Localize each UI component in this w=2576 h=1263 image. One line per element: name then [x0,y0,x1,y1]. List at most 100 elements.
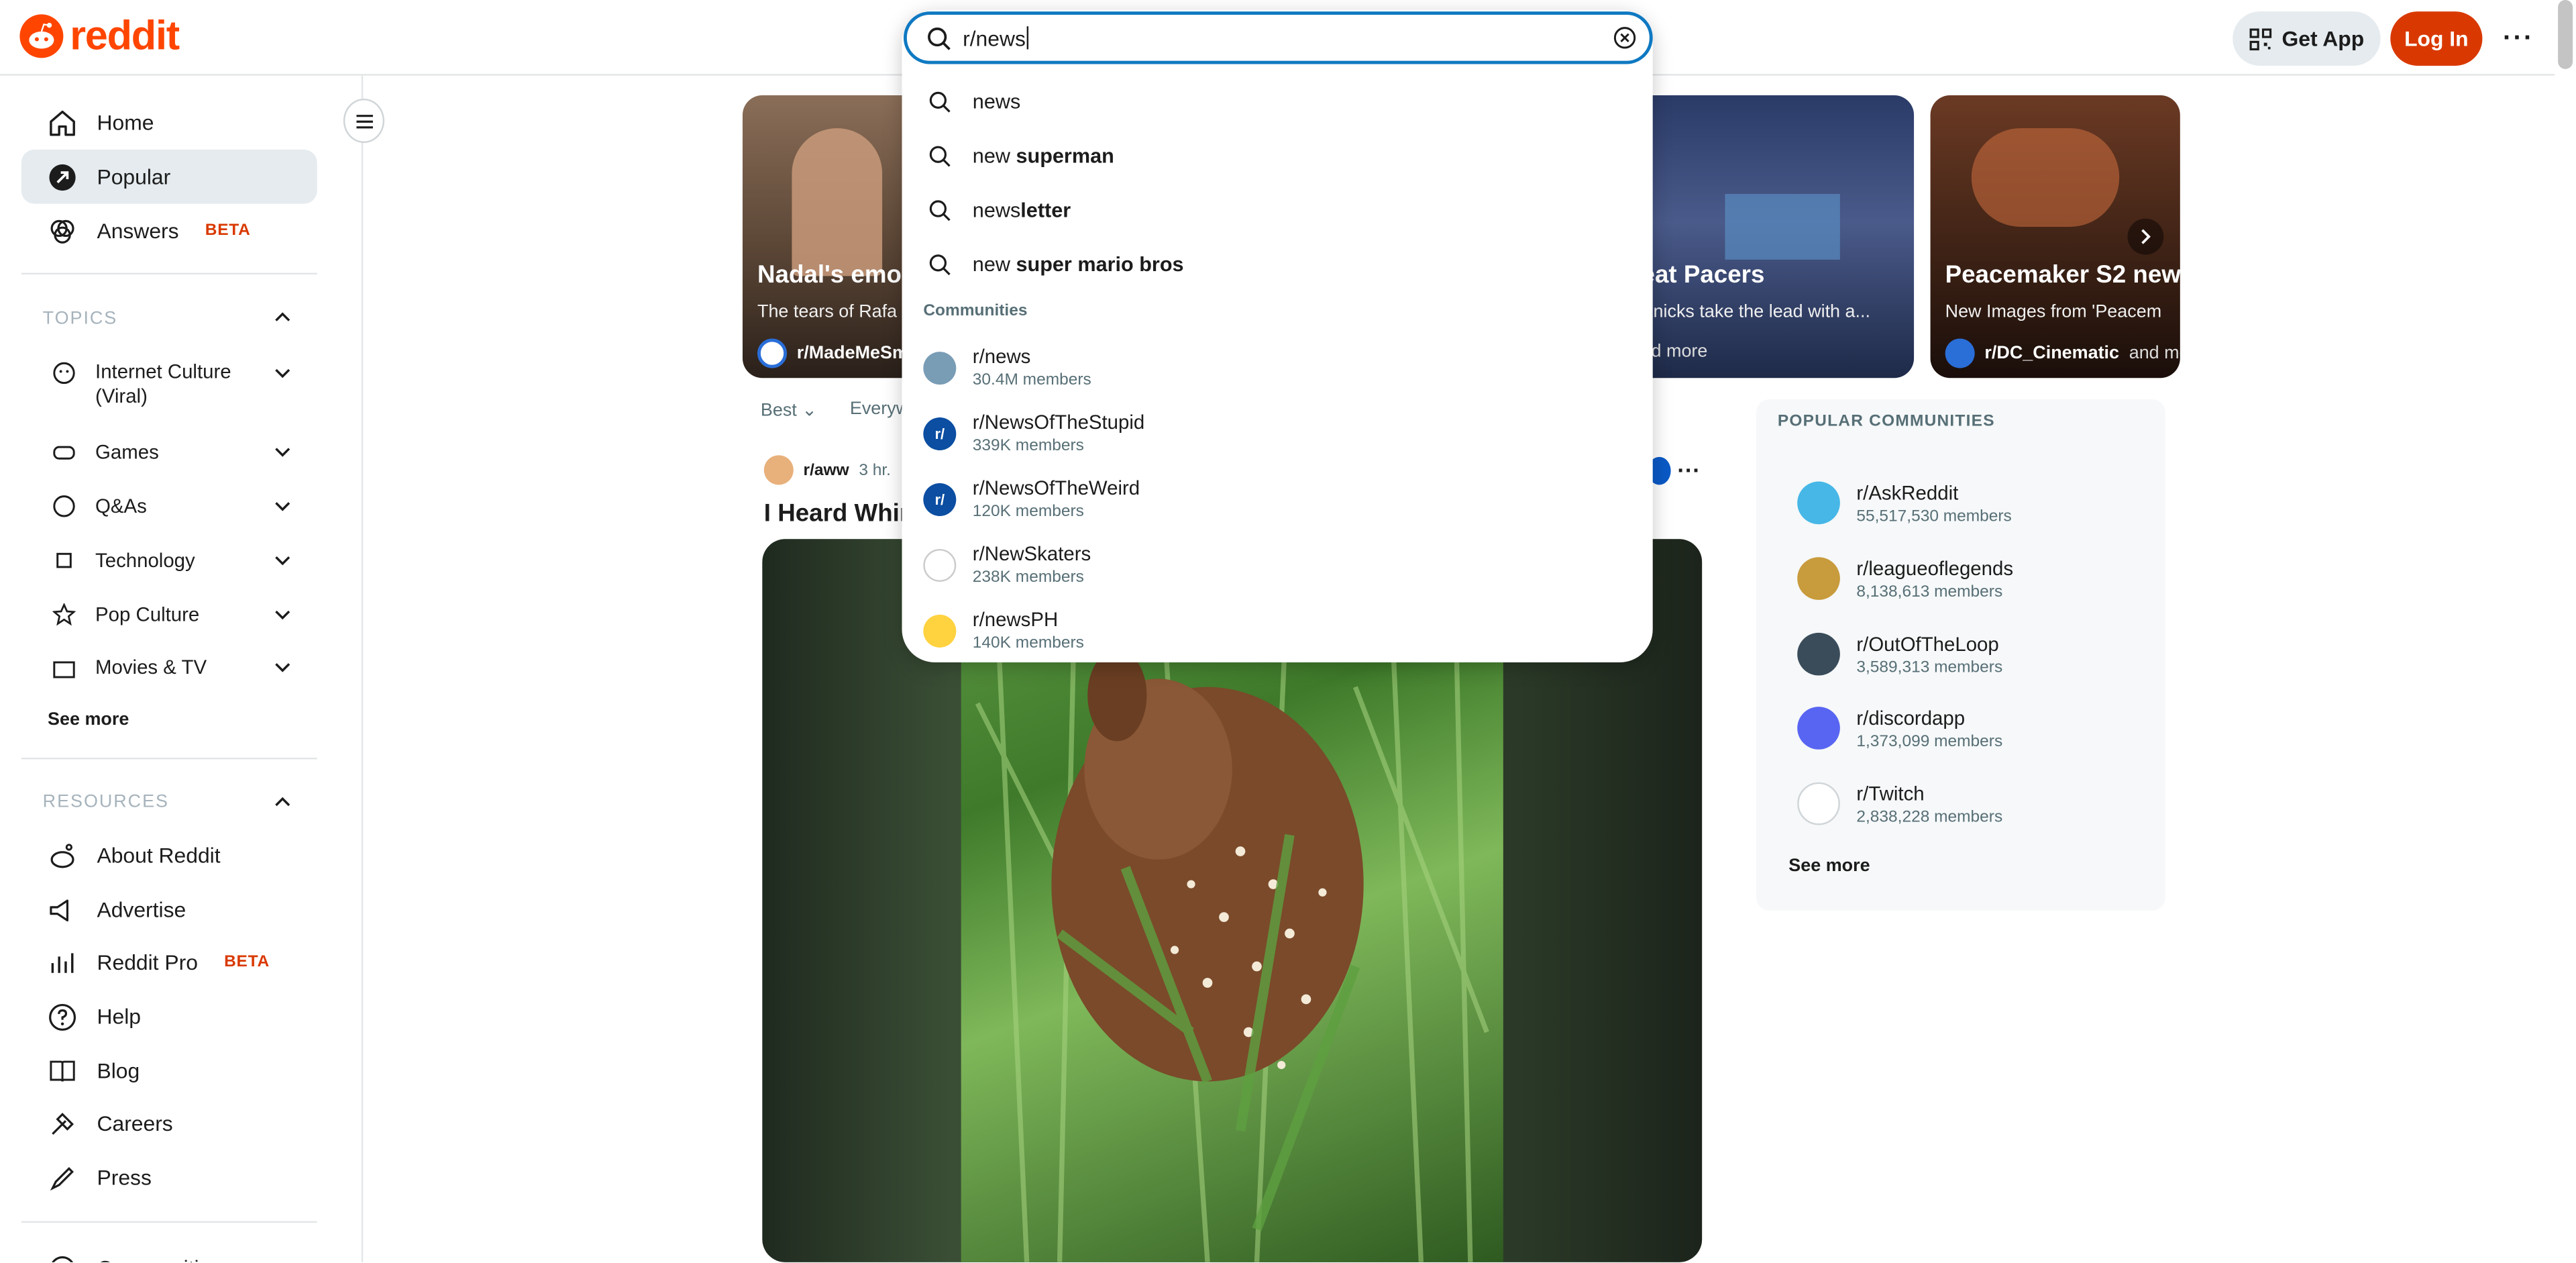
community-avatar: r/ [923,482,957,515]
community-name: r/OutOfTheLoop [1856,632,1999,655]
community-item[interactable]: r/discordapp 1,373,099 members [1779,692,2144,764]
carousel-card[interactable]: Peacemaker S2 new New Images from 'Peace… [1930,95,2180,378]
more-options-button[interactable]: ··· [2491,11,2546,66]
community-item[interactable]: r/Twitch 2,838,228 members [1779,768,2144,840]
press-icon [50,1166,74,1190]
clear-search-icon[interactable] [1613,26,1636,49]
community-item[interactable]: r/OutOfTheLoop 3,589,313 members [1779,618,2144,691]
reddit-logo[interactable]: reddit [19,12,180,60]
sidebar-item-label: Advertise [97,897,186,922]
community-result[interactable]: r/ r/NewsOfTheStupid 339K members [923,411,1144,455]
communities-icon [51,1255,74,1262]
reddit-pro-icon [51,952,74,972]
community-avatar: r/ [923,416,957,450]
search-icon [929,146,951,167]
sidebar-item-answers[interactable]: Answers BETA [21,204,317,258]
topics-see-more[interactable]: See more [48,710,129,729]
sidebar-item-advertise[interactable]: Advertise [21,882,317,937]
search-suggestion[interactable]: new super mario bros [928,253,1184,276]
search-suggestion[interactable]: news [928,91,1020,113]
sidebar-item-label: Careers [97,1111,173,1136]
sort-dropdown[interactable]: Best ⌄ [761,399,817,421]
community-name: r/NewsOfTheStupid [972,411,1145,434]
topic-qas[interactable]: Q&As [95,495,147,517]
sidebar-item-careers[interactable]: Careers [21,1096,317,1150]
community-members: 120K members [972,503,1084,521]
carousel-card[interactable]: Nadal's emo The tears of Rafa r/MadeMeSm [742,95,924,378]
chevron-down-icon[interactable] [271,440,294,463]
post-time: 3 hr. [859,460,892,479]
sidebar-item-help[interactable]: Help [21,989,317,1044]
suggestion-prefix: new [972,253,1010,276]
subreddit-avatar [763,455,794,485]
community-result[interactable]: r/ r/NewsOfTheWeird 120K members [923,476,1140,521]
chevron-up-icon[interactable] [271,306,294,329]
community-name: r/leagueoflegends [1856,556,2014,580]
carousel-card[interactable]: eat Pacers Knicks take the lead with a..… [1626,95,1915,378]
popular-communities-see-more[interactable]: See more [1776,846,1882,886]
carousel-title: Peacemaker S2 new [1945,261,2180,290]
carousel-footer: r/DC_Cinematic and mo [1945,338,2180,368]
sidebar-item-home[interactable]: Home [21,95,317,150]
chevron-down-icon[interactable] [271,362,294,385]
sidebar-item-label: Press [97,1165,152,1191]
chevron-up-icon[interactable] [271,791,294,813]
community-result[interactable]: r/news 30.4M members [923,345,1091,389]
topics-heading[interactable]: TOPICS [43,309,118,328]
clapperboard-icon [53,661,75,678]
community-avatar [1797,707,1840,750]
community-members: 140K members [972,634,1084,653]
suggestion-completion: superman [1010,144,1114,168]
community-result[interactable]: r/NewSkaters 238K members [923,542,1091,587]
gamepad-icon [53,446,75,460]
post-title[interactable]: I Heard Whin [764,499,915,527]
carousel-image [1971,128,2120,227]
topic-movies-tv[interactable]: Movies & TV [95,656,207,678]
topic-internet-culture[interactable]: Internet Culture (Viral) [95,360,260,409]
sidebar-item-label: Answers [97,218,179,244]
search-suggestion[interactable]: new superman [928,145,1114,168]
search-query: r/news [963,25,1026,50]
sidebar-item-about[interactable]: About Reddit [21,828,317,882]
topic-games[interactable]: Games [95,440,159,463]
sidebar-item-communities[interactable]: Communities [21,1241,317,1262]
suggestion-text: new superman [973,145,1114,168]
carousel-subreddit[interactable]: r/DC_Cinematic [1984,344,2119,363]
get-app-button[interactable]: Get App [2233,11,2381,66]
sidebar-item-label: Help [97,1004,142,1029]
suggestion-prefix: news [972,199,1021,222]
topic-pop-culture[interactable]: Pop Culture [95,603,199,626]
location-dropdown[interactable]: Everyw [850,399,909,421]
post-options-button[interactable]: ··· [1668,457,1711,493]
chevron-down-icon[interactable] [271,656,294,678]
search-suggestion[interactable]: newsletter [928,199,1071,222]
resources-heading[interactable]: RESOURCES [43,792,169,811]
sidebar-item-label: Blog [97,1058,140,1083]
chevron-down-icon[interactable] [271,549,294,572]
community-name: r/discordapp [1856,705,1966,729]
sidebar-item-label: About Reddit [97,843,221,868]
chevron-down-icon[interactable] [271,603,294,626]
topic-technology[interactable]: Technology [95,549,195,572]
search-input[interactable]: r/news [903,11,1653,64]
community-members: 55,517,530 members [1856,507,2012,525]
login-button[interactable]: Log In [2390,11,2483,66]
carousel-subreddit[interactable]: r/MadeMeSm [797,344,908,363]
chevron-down-icon[interactable] [271,495,294,517]
help-icon [49,1003,76,1030]
sidebar-divider [21,1221,317,1223]
sidebar-item-popular[interactable]: Popular [21,149,317,204]
sidebar-toggle-button[interactable] [343,98,385,144]
community-result[interactable]: r/newsPH 140K members [923,608,1084,652]
post-subreddit[interactable]: r/aww [804,461,849,479]
sidebar-item-blog[interactable]: Blog [21,1044,317,1098]
page-scrollbar[interactable] [2558,0,2573,69]
community-item[interactable]: r/AskReddit 55,517,530 members [1779,467,2144,540]
blog-icon [50,1060,75,1081]
sidebar-item-press[interactable]: Press [21,1150,317,1205]
sidebar-item-reddit-pro[interactable]: Reddit Pro BETA [21,935,317,989]
carousel-next-button[interactable] [2127,218,2164,255]
community-name: r/newsPH [972,608,1059,632]
community-item[interactable]: r/leagueoflegends 8,138,613 members [1779,542,2144,615]
search-icon [928,26,951,50]
